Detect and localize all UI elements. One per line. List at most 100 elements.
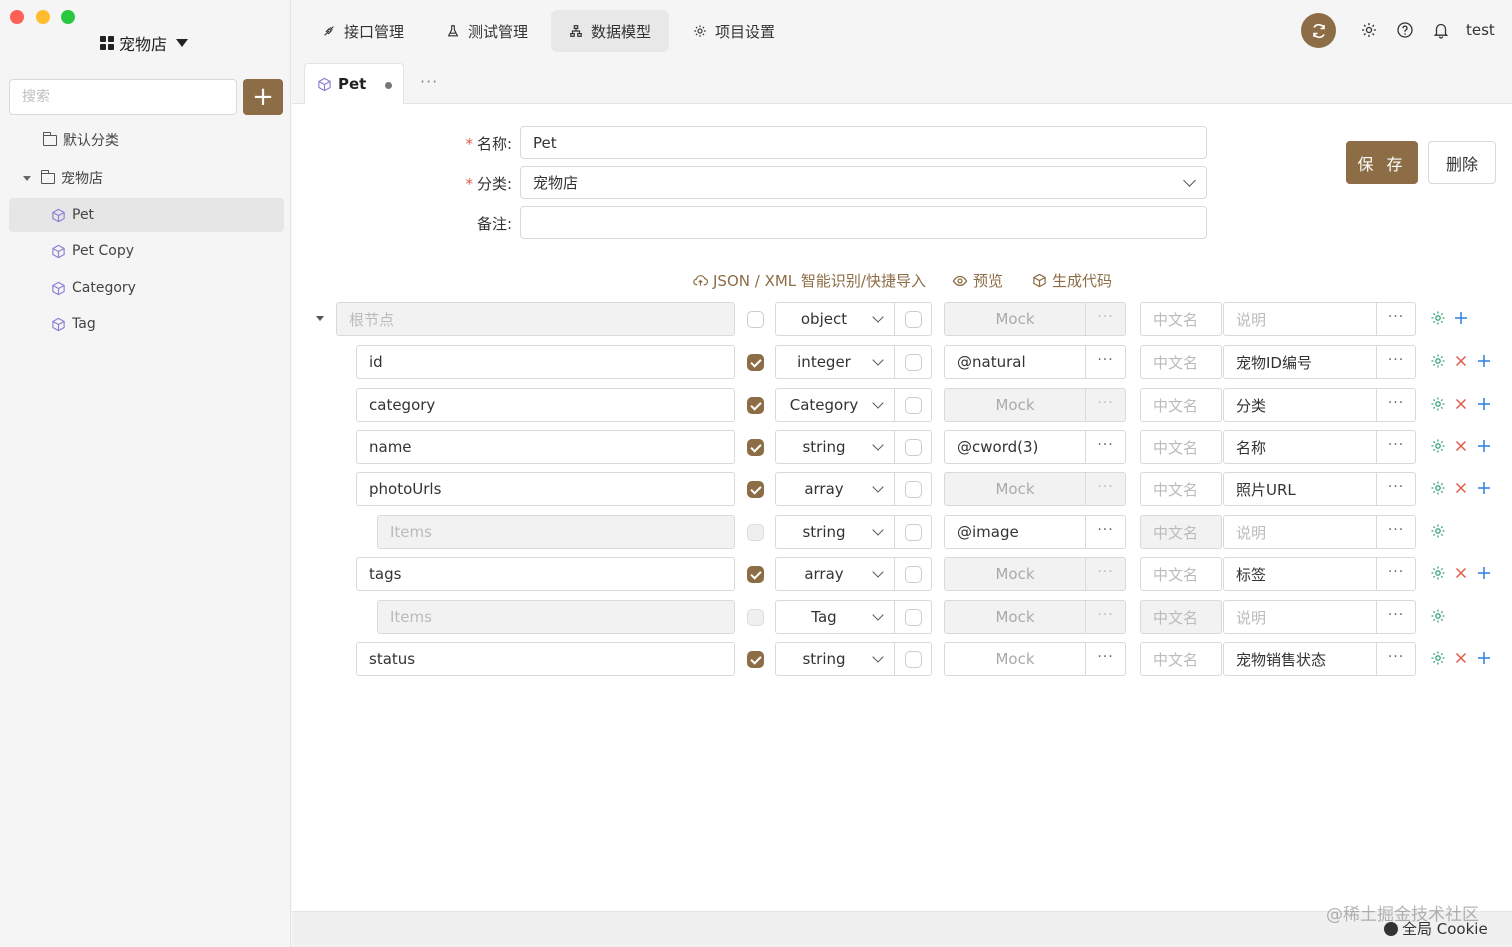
mock-more-button[interactable]: ··· xyxy=(1086,557,1126,591)
nullable-checkbox[interactable] xyxy=(895,600,932,634)
mock-more-button[interactable]: ··· xyxy=(1086,515,1126,549)
chinese-name-input[interactable]: 中文名 xyxy=(1140,557,1222,591)
mock-input[interactable]: Mock xyxy=(944,600,1086,634)
save-button[interactable]: 保 存 xyxy=(1346,141,1418,184)
category-select[interactable]: 宠物店 xyxy=(520,166,1207,199)
user-name[interactable]: test xyxy=(1466,21,1495,39)
help-icon[interactable] xyxy=(1396,21,1414,39)
nullable-checkbox[interactable] xyxy=(895,430,932,464)
delete-field-icon[interactable] xyxy=(1453,650,1469,666)
window-minimize-button[interactable] xyxy=(36,10,50,24)
description-input[interactable]: 宠物销售状态 xyxy=(1223,642,1377,676)
required-checkbox[interactable] xyxy=(747,311,764,328)
codegen-link[interactable]: 生成代码 xyxy=(1032,270,1112,291)
tab-api-management[interactable]: 接口管理 xyxy=(304,10,422,52)
field-settings-icon[interactable] xyxy=(1430,310,1446,326)
description-input[interactable]: 说明 xyxy=(1223,515,1377,549)
description-input[interactable]: 说明 xyxy=(1223,302,1377,336)
type-select[interactable]: Category xyxy=(775,388,895,422)
mock-input[interactable]: @cword(3) xyxy=(944,430,1086,464)
mock-more-button[interactable]: ··· xyxy=(1086,600,1126,634)
chinese-name-input[interactable]: 中文名 xyxy=(1140,302,1222,336)
mock-input[interactable]: Mock xyxy=(944,472,1086,506)
add-field-icon[interactable] xyxy=(1476,438,1492,454)
tab-test-management[interactable]: 测试管理 xyxy=(428,10,546,52)
global-cookie-button[interactable]: 全局 Cookie xyxy=(1384,918,1488,939)
tree-item-default-category[interactable]: 默认分类 xyxy=(9,123,284,157)
mock-input[interactable]: @image xyxy=(944,515,1086,549)
nullable-checkbox[interactable] xyxy=(895,345,932,379)
delete-field-icon[interactable] xyxy=(1453,353,1469,369)
description-more-button[interactable]: ··· xyxy=(1377,345,1416,379)
type-select[interactable]: object xyxy=(775,302,895,336)
field-name-input[interactable]: category xyxy=(356,388,735,422)
required-checkbox[interactable] xyxy=(747,609,764,626)
field-settings-icon[interactable] xyxy=(1430,608,1446,624)
remark-field[interactable] xyxy=(520,206,1207,239)
description-more-button[interactable]: ··· xyxy=(1377,515,1416,549)
delete-field-icon[interactable] xyxy=(1453,565,1469,581)
field-settings-icon[interactable] xyxy=(1430,480,1446,496)
nullable-checkbox[interactable] xyxy=(895,515,932,549)
preview-link[interactable]: 预览 xyxy=(952,270,1003,291)
type-select[interactable]: string xyxy=(775,515,895,549)
mock-more-button[interactable]: ··· xyxy=(1086,302,1126,336)
tree-item-category[interactable]: Category xyxy=(9,271,284,305)
type-select[interactable]: array xyxy=(775,472,895,506)
nullable-checkbox[interactable] xyxy=(895,388,932,422)
tab-data-model[interactable]: 数据模型 xyxy=(551,10,670,52)
description-more-button[interactable]: ··· xyxy=(1377,302,1416,336)
chinese-name-input[interactable]: 中文名 xyxy=(1140,388,1222,422)
add-field-icon[interactable] xyxy=(1476,565,1492,581)
field-settings-icon[interactable] xyxy=(1430,565,1446,581)
field-name-input[interactable]: tags xyxy=(356,557,735,591)
add-button[interactable]: + xyxy=(243,79,283,115)
description-more-button[interactable]: ··· xyxy=(1377,388,1416,422)
required-checkbox[interactable] xyxy=(747,481,764,498)
sync-button[interactable] xyxy=(1301,13,1336,48)
description-input[interactable]: 宠物ID编号 xyxy=(1223,345,1377,379)
description-input[interactable]: 标签 xyxy=(1223,557,1377,591)
add-field-icon[interactable] xyxy=(1476,480,1492,496)
description-more-button[interactable]: ··· xyxy=(1377,472,1416,506)
type-select[interactable]: array xyxy=(775,557,895,591)
description-input[interactable]: 分类 xyxy=(1223,388,1377,422)
add-field-icon[interactable] xyxy=(1476,396,1492,412)
required-checkbox[interactable] xyxy=(747,439,764,456)
tab-more-button[interactable]: ··· xyxy=(420,72,438,91)
caret-down-icon[interactable] xyxy=(23,175,31,181)
tab-project-settings[interactable]: 项目设置 xyxy=(675,10,793,52)
mock-input[interactable]: @natural xyxy=(944,345,1086,379)
type-select[interactable]: string xyxy=(775,642,895,676)
nullable-checkbox[interactable] xyxy=(895,472,932,506)
type-select[interactable]: string xyxy=(775,430,895,464)
settings-icon[interactable] xyxy=(1360,21,1378,39)
field-settings-icon[interactable] xyxy=(1430,650,1446,666)
mock-input[interactable]: Mock xyxy=(944,557,1086,591)
description-more-button[interactable]: ··· xyxy=(1377,600,1416,634)
tree-item-petstore[interactable]: 宠物店 xyxy=(9,161,284,195)
add-field-icon[interactable] xyxy=(1453,310,1469,326)
mock-more-button[interactable]: ··· xyxy=(1086,345,1126,379)
mock-more-button[interactable]: ··· xyxy=(1086,388,1126,422)
mock-input[interactable]: Mock xyxy=(944,388,1086,422)
type-select[interactable]: Tag xyxy=(775,600,895,634)
required-checkbox[interactable] xyxy=(747,651,764,668)
description-more-button[interactable]: ··· xyxy=(1377,557,1416,591)
delete-button[interactable]: 删除 xyxy=(1428,141,1496,184)
field-settings-icon[interactable] xyxy=(1430,353,1446,369)
required-checkbox[interactable] xyxy=(747,354,764,371)
mock-input[interactable]: Mock xyxy=(944,302,1086,336)
bell-icon[interactable] xyxy=(1432,21,1450,39)
caret-down-icon[interactable] xyxy=(316,316,324,321)
field-settings-icon[interactable] xyxy=(1430,438,1446,454)
chinese-name-input[interactable]: 中文名 xyxy=(1140,642,1222,676)
tree-item-pet-copy[interactable]: Pet Copy xyxy=(9,234,284,268)
description-more-button[interactable]: ··· xyxy=(1377,430,1416,464)
field-settings-icon[interactable] xyxy=(1430,396,1446,412)
description-input[interactable]: 照片URL xyxy=(1223,472,1377,506)
chinese-name-input[interactable]: 中文名 xyxy=(1140,430,1222,464)
delete-field-icon[interactable] xyxy=(1453,396,1469,412)
name-field[interactable]: Pet xyxy=(520,126,1207,159)
mock-input[interactable]: Mock xyxy=(944,642,1086,676)
